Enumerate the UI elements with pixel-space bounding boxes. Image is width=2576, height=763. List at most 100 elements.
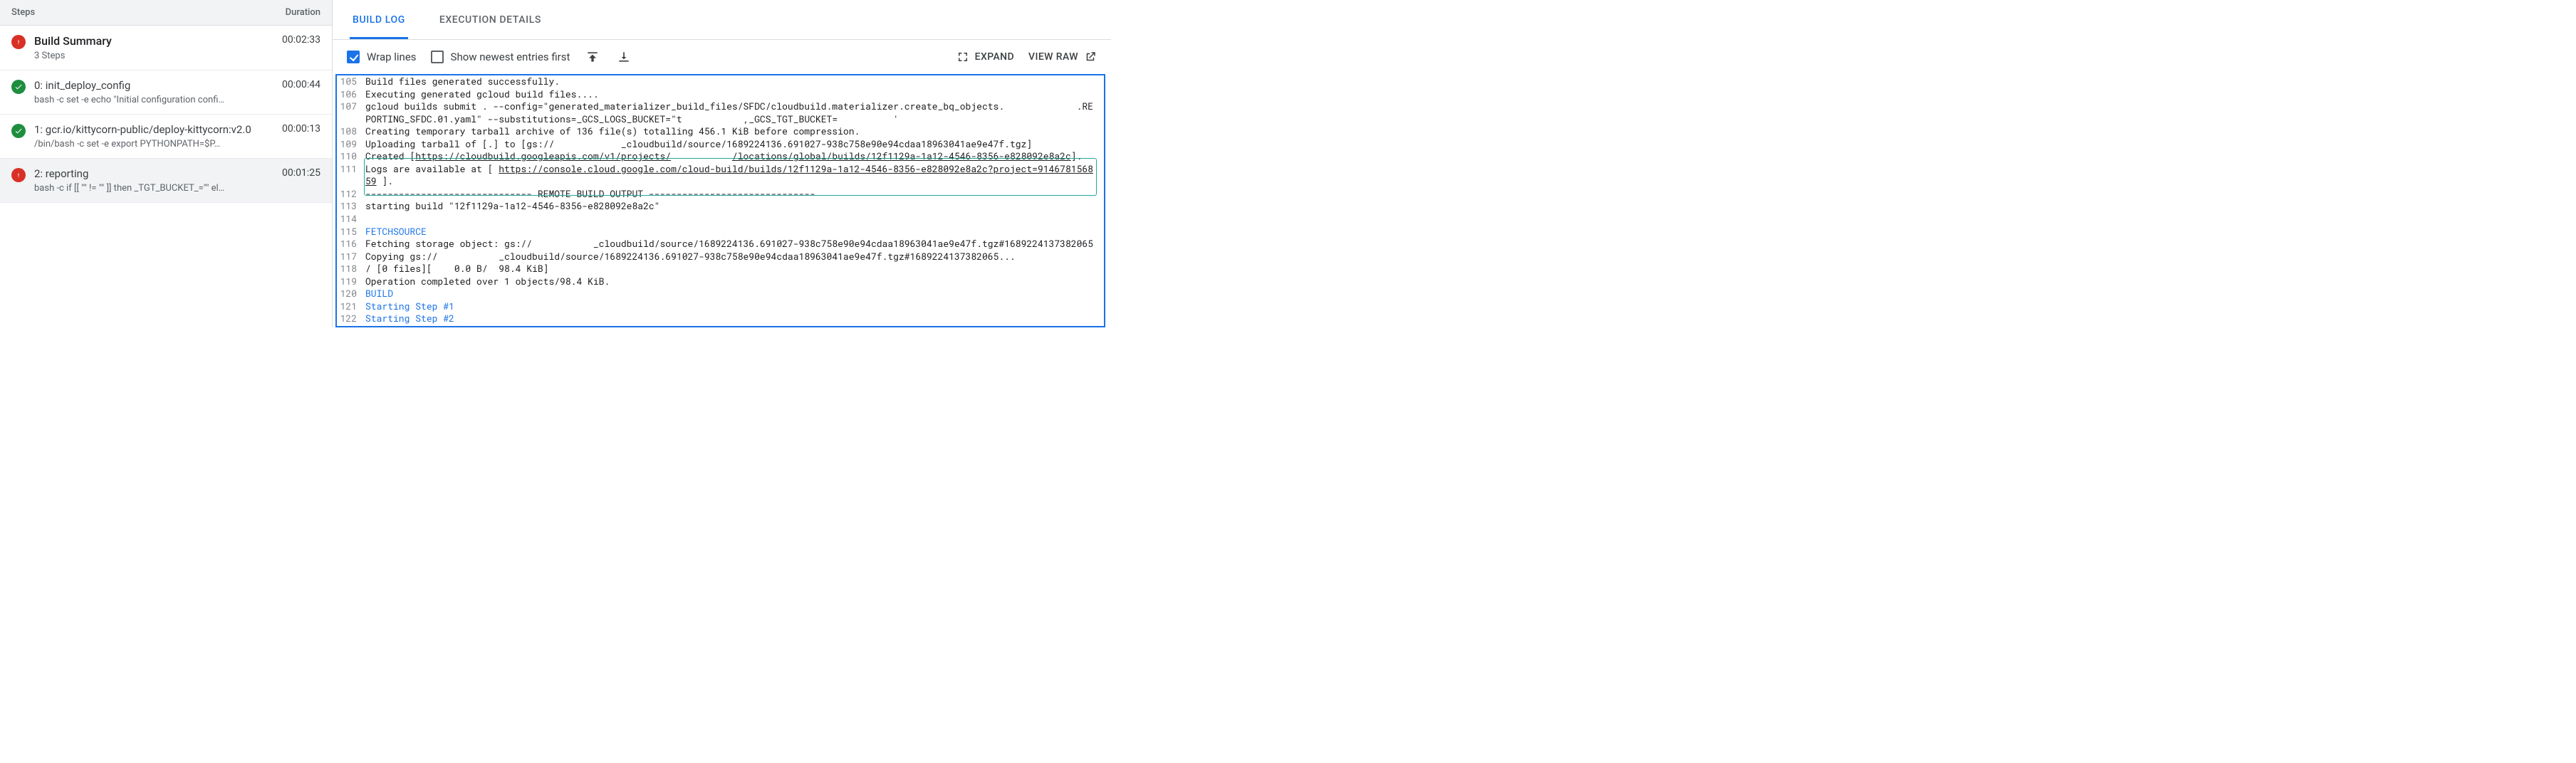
log-line-number: 105 [337, 75, 365, 88]
log-line-content: Uploading tarball of [.] to [gs://xxxxxx… [365, 138, 1104, 151]
log-line[interactable]: 115FETCHSOURCE [337, 226, 1104, 238]
view-raw-button[interactable]: VIEW RAW [1028, 51, 1097, 63]
log-line-content: Starting Step #0 [365, 325, 1104, 327]
log-line-content: ------------------------------ REMOTE BU… [365, 188, 1104, 201]
step-duration: 00:01:25 [282, 167, 320, 179]
log-line-number: 116 [337, 238, 365, 251]
step-title: 1: gcr.io/kittycorn-public/deploy-kittyc… [34, 123, 273, 136]
step-duration: 00:00:13 [282, 123, 320, 135]
steps-header-label: Steps [11, 7, 35, 18]
log-line[interactable]: 112------------------------------ REMOTE… [337, 188, 1104, 201]
step-row[interactable]: 1: gcr.io/kittycorn-public/deploy-kittyc… [0, 115, 332, 159]
log-line[interactable]: 120BUILD [337, 288, 1104, 300]
step-row[interactable]: 2: reporting bash -c if [[ "" != "" ]] th… [0, 159, 332, 203]
log-line[interactable]: 107gcloud builds submit . --config="gene… [337, 100, 1104, 125]
view-raw-label: VIEW RAW [1028, 51, 1078, 63]
log-line-number: 112 [337, 188, 365, 201]
log-line-number: 106 [337, 88, 365, 101]
step-title: 0: init_deploy_config [34, 79, 273, 92]
log-line-number: 115 [337, 226, 365, 238]
log-line-number: 109 [337, 138, 365, 151]
log-line-content: Creating temporary tarball archive of 13… [365, 125, 1104, 138]
log-line[interactable]: 119Operation completed over 1 objects/98… [337, 275, 1104, 288]
scroll-top-icon[interactable] [584, 48, 601, 65]
build-summary-title: Build Summary [34, 34, 273, 48]
step-title: 2: reporting [34, 167, 273, 180]
log-line-number: 121 [337, 300, 365, 313]
wrap-lines-toggle[interactable]: Wrap lines [347, 51, 417, 63]
log-line-content: Copying gs://xxxxxxxxxxx_cloudbuild/sour… [365, 251, 1104, 263]
expand-icon [956, 51, 969, 63]
log-line-number: 108 [337, 125, 365, 138]
log-line-content: FETCHSOURCE [365, 226, 1104, 238]
step-row[interactable]: 0: init_deploy_configbash -c set -e echo… [0, 70, 332, 115]
log-line-content: gcloud builds submit . --config="generat… [365, 100, 1104, 125]
show-newest-label: Show newest entries first [451, 51, 570, 63]
log-line-content: Starting Step #1 [365, 300, 1104, 313]
log-line[interactable]: 121Starting Step #1 [337, 300, 1104, 313]
log-line[interactable]: 118/ [0 files][ 0.0 B/ 98.4 KiB] [337, 263, 1104, 275]
show-newest-toggle[interactable]: Show newest entries first [431, 51, 570, 63]
log-line-number: 111 [337, 163, 365, 176]
log-line[interactable]: 109Uploading tarball of [.] to [gs://xxx… [337, 138, 1104, 151]
step-duration: 00:00:44 [282, 79, 320, 90]
expand-label: EXPAND [975, 51, 1014, 63]
log-line-content: Fetching storage object: gs://xxxxxxxxxx… [365, 238, 1104, 251]
tab-build-log[interactable]: BUILD LOG [350, 0, 408, 39]
log-line[interactable]: 116Fetching storage object: gs://xxxxxxx… [337, 238, 1104, 251]
tab-execution-details[interactable]: EXECUTION DETAILS [437, 0, 544, 39]
log-line[interactable]: 113starting build "12f1129a-1a12-4546-83… [337, 200, 1104, 213]
steps-header: Steps Duration [0, 0, 332, 26]
log-line-content: Operation completed over 1 objects/98.4 … [365, 275, 1104, 288]
log-line-number: 119 [337, 275, 365, 288]
log-line[interactable]: 106Executing generated gcloud build file… [337, 88, 1104, 101]
build-summary-row[interactable]: Build Summary 3 Steps 00:02:33 [0, 26, 332, 70]
log-panel: BUILD LOG EXECUTION DETAILS Wrap lines S… [333, 0, 1111, 327]
log-line-content: Starting Step #2 [365, 312, 1104, 325]
log-line-number: 122 [337, 312, 365, 325]
log-line-content: / [0 files][ 0.0 B/ 98.4 KiB] [365, 263, 1104, 275]
log-line[interactable]: 108Creating temporary tarball archive of… [337, 125, 1104, 138]
log-line[interactable]: 110Created [https://cloudbuild.googleapi… [337, 150, 1104, 163]
log-line-content: Executing generated gcloud build files..… [365, 88, 1104, 101]
step-sub: bash -c set -e echo "Initial configurati… [34, 95, 273, 105]
log-line[interactable]: 105Build files generated successfully. [337, 75, 1104, 88]
log-line-content: Created [https://cloudbuild.googleapis.c… [365, 150, 1104, 163]
step-sub: /bin/bash -c set -e export PYTHONPATH=$P… [34, 139, 273, 149]
log-line-number: 123 [337, 325, 365, 327]
success-icon [11, 80, 26, 94]
checkbox-checked-icon [347, 51, 360, 63]
open-external-icon [1084, 51, 1097, 63]
log-line-number: 120 [337, 288, 365, 300]
expand-button[interactable]: EXPAND [956, 51, 1014, 63]
step-sub: bash -c if [[ "" != "" ]] then _TGT_BUCK… [34, 183, 273, 194]
error-icon [11, 35, 26, 49]
log-line-content: starting build "12f1129a-1a12-4546-8356-… [365, 200, 1104, 213]
error-icon [11, 168, 26, 182]
log-line[interactable]: 117Copying gs://xxxxxxxxxxx_cloudbuild/s… [337, 251, 1104, 263]
success-icon [11, 124, 26, 138]
log-line-number: 114 [337, 213, 365, 226]
build-summary-duration: 00:02:33 [282, 34, 320, 46]
log-line-number: 110 [337, 150, 365, 163]
log-line[interactable]: 122Starting Step #2 [337, 312, 1104, 325]
log-line-content: Logs are available at [ https://console.… [365, 163, 1104, 188]
download-icon[interactable] [615, 48, 632, 65]
log-line[interactable]: 123Starting Step #0 [337, 325, 1104, 327]
wrap-lines-label: Wrap lines [367, 51, 417, 63]
build-summary-sub: 3 Steps [34, 51, 273, 61]
log-line[interactable]: 111Logs are available at [ https://conso… [337, 163, 1104, 188]
tabs: BUILD LOG EXECUTION DETAILS [333, 0, 1111, 40]
log-line-number: 113 [337, 200, 365, 213]
checkbox-unchecked-icon [431, 51, 444, 63]
log-line-content: BUILD [365, 288, 1104, 300]
log-line-content: Build files generated successfully. [365, 75, 1104, 88]
steps-panel: Steps Duration Build Summary 3 Steps 00:… [0, 0, 333, 327]
log-line[interactable]: 114 [337, 213, 1104, 226]
log-line-number: 107 [337, 100, 365, 113]
duration-header-label: Duration [286, 7, 320, 18]
log-viewer[interactable]: 105Build files generated successfully.10… [335, 74, 1105, 327]
log-line-number: 118 [337, 263, 365, 275]
log-line-number: 117 [337, 251, 365, 263]
log-toolbar: Wrap lines Show newest entries first EXP… [333, 40, 1111, 74]
